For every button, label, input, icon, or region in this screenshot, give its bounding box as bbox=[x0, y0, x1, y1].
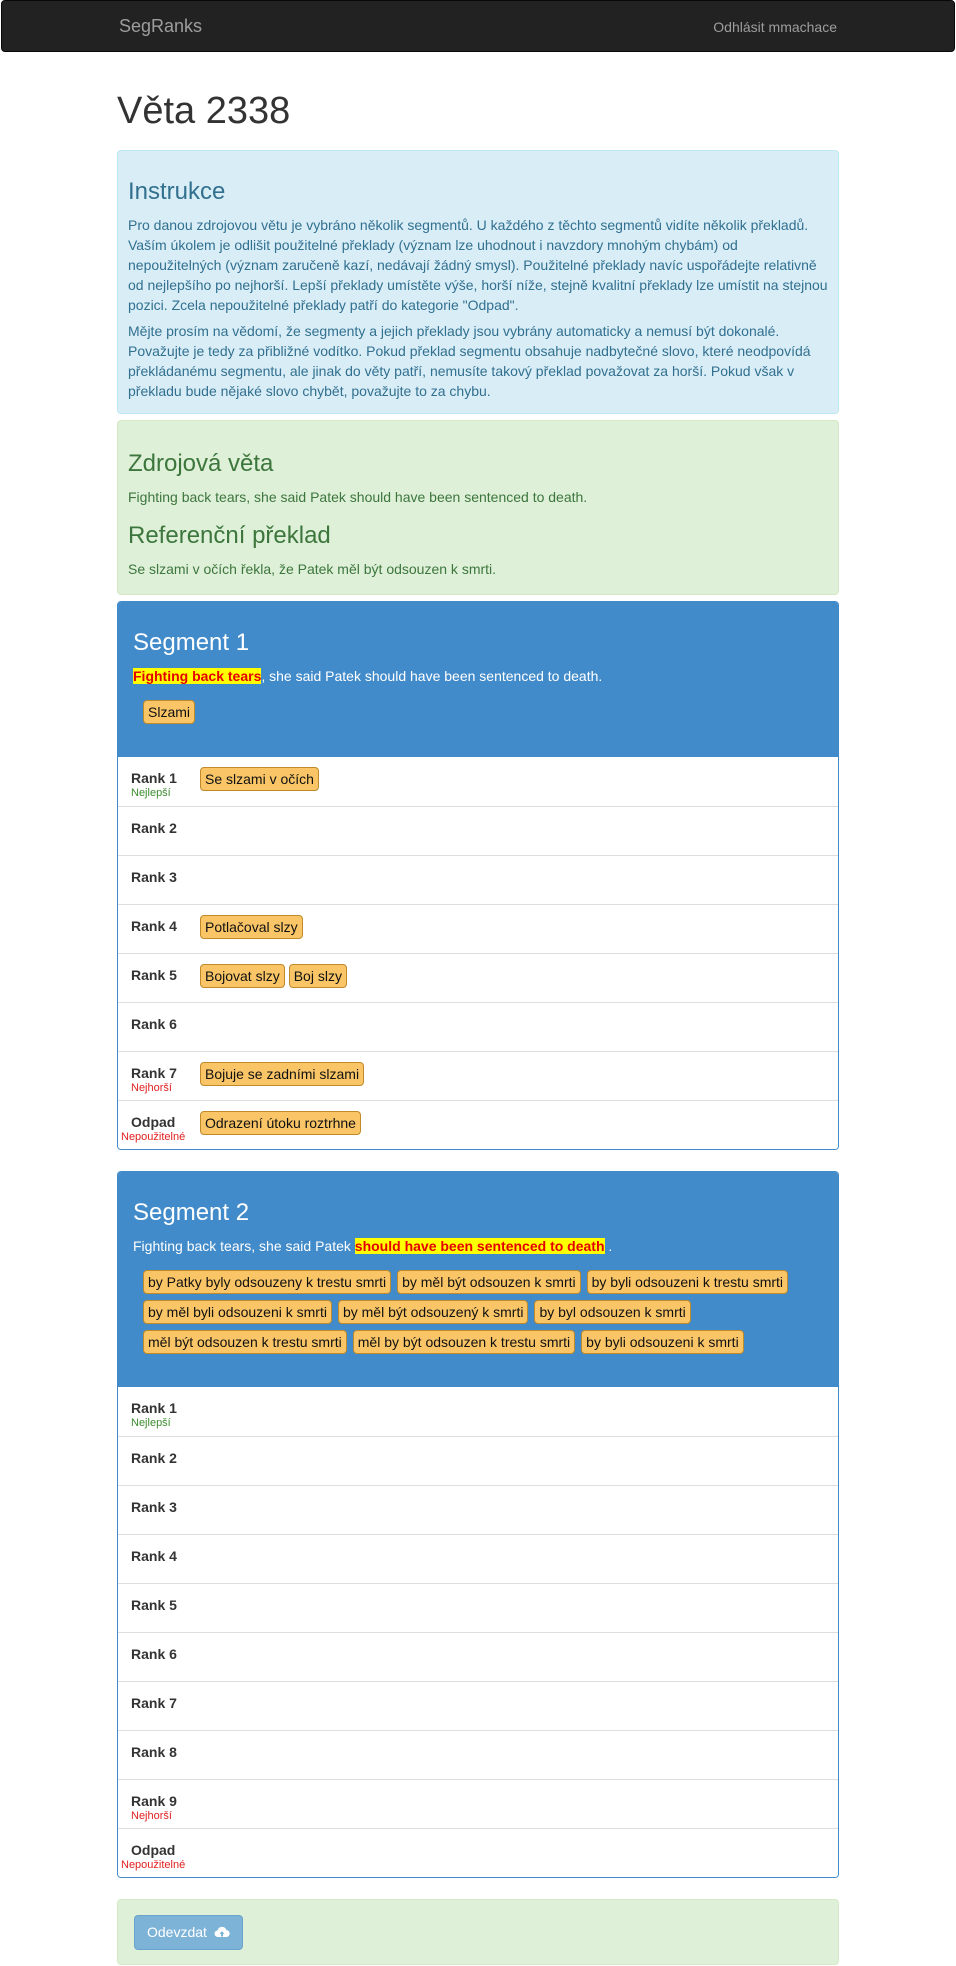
rank-label: Rank 1 bbox=[131, 1400, 177, 1416]
translation-chip[interactable]: by měl byli odsouzeni k smrti bbox=[143, 1300, 332, 1324]
rank-label: Rank 2 bbox=[131, 1450, 177, 1466]
rank-sublabel: Nepoužitelné bbox=[121, 1131, 186, 1143]
segment-2-highlight: should have been sentenced to death bbox=[354, 1238, 605, 1254]
segment-2-source-after: . bbox=[604, 1238, 613, 1254]
segment-1-header: Segment 1 Fighting back tears, she said … bbox=[118, 602, 838, 757]
translation-chip[interactable]: Bojuje se zadními slzami bbox=[200, 1062, 365, 1086]
instructions-heading: Instrukce bbox=[128, 178, 226, 205]
logout-link[interactable]: Odhlásit mmachace bbox=[713, 18, 837, 36]
translation-chip[interactable]: by měl být odsouzený k smrti bbox=[337, 1300, 529, 1324]
reference-translation: Se slzami v očích řekla, že Patek měl bý… bbox=[128, 561, 497, 577]
rank-row[interactable]: Rank 5 Bojovat slzy Boj slzy bbox=[118, 953, 838, 1002]
source-sentence: Fighting back tears, she said Patek shou… bbox=[128, 489, 588, 505]
rank-row[interactable]: Rank 3 bbox=[118, 855, 838, 904]
translation-chip[interactable]: by byl odsouzen k smrti bbox=[534, 1300, 691, 1324]
translation-chip[interactable]: by byli odsouzeni k trestu smrti bbox=[586, 1270, 789, 1294]
rank-row[interactable]: Rank 4 bbox=[118, 1534, 838, 1583]
reference-heading: Referenční překlad bbox=[128, 522, 331, 549]
source-heading: Zdrojová věta bbox=[128, 450, 274, 477]
rank-label: Rank 6 bbox=[131, 1016, 177, 1032]
rank-drop-zone[interactable]: Bojovat slzy Boj slzy bbox=[200, 964, 351, 988]
rank-row[interactable]: Rank 1 Nejlepší bbox=[118, 1387, 838, 1436]
translation-chip[interactable]: by měl být odsouzen k smrti bbox=[397, 1270, 581, 1294]
translation-chip[interactable]: Odrazení útoku roztrhne bbox=[200, 1111, 361, 1135]
segment-1-highlight: Fighting back tears bbox=[133, 668, 262, 684]
translation-chip[interactable]: by byli odsouzeni k smrti bbox=[581, 1330, 744, 1354]
rank-row[interactable]: Odpad Nepoužitelné bbox=[118, 1828, 838, 1877]
rank-row[interactable]: Rank 9 Nejhorší bbox=[118, 1779, 838, 1828]
rank-row[interactable]: Rank 7 bbox=[118, 1681, 838, 1730]
rank-label: Rank 7 bbox=[131, 1695, 177, 1711]
rank-row[interactable]: Odpad Nepoužitelné Odrazení útoku roztrhne bbox=[118, 1100, 838, 1149]
instructions-box: Instrukce Pro danou zdrojovou větu je vy… bbox=[117, 150, 839, 414]
segment-1-pool[interactable]: Slzami bbox=[133, 700, 823, 730]
rank-label: Rank 5 bbox=[131, 1597, 177, 1613]
rank-row[interactable]: Rank 2 bbox=[118, 806, 838, 855]
rank-label: Rank 8 bbox=[131, 1744, 177, 1760]
rank-sublabel: Nejhorší bbox=[131, 1082, 172, 1094]
segment-1-title: Segment 1 bbox=[133, 629, 250, 656]
segment-2-title: Segment 2 bbox=[133, 1199, 250, 1226]
segment-1-source-rest: , she said Patek should have been senten… bbox=[261, 668, 603, 684]
rank-row[interactable]: Rank 7 Nejhorší Bojuje se zadními slzami bbox=[118, 1051, 838, 1100]
rank-label: Rank 4 bbox=[131, 918, 177, 934]
rank-label: Rank 6 bbox=[131, 1646, 177, 1662]
rank-row[interactable]: Rank 5 bbox=[118, 1583, 838, 1632]
rank-label: Rank 9 bbox=[131, 1793, 177, 1809]
rank-row[interactable]: Rank 4 Potlačoval slzy bbox=[118, 904, 838, 953]
rank-sublabel: Nejlepší bbox=[131, 787, 171, 799]
instructions-paragraph-2: Mějte prosím na vědomí, že segmenty a je… bbox=[128, 323, 811, 399]
translation-chip[interactable]: Slzami bbox=[143, 700, 196, 724]
submit-box: Odevzdat bbox=[117, 1899, 839, 1965]
segment-1-source: Fighting back tears, she said Patek shou… bbox=[133, 666, 823, 686]
rank-drop-zone[interactable]: Bojuje se zadními slzami bbox=[200, 1062, 368, 1086]
translation-chip[interactable]: měl být odsouzen k trestu smrti bbox=[143, 1330, 347, 1354]
rank-label: Rank 3 bbox=[131, 869, 177, 885]
rank-row[interactable]: Rank 1 Nejlepší Se slzami v očích bbox=[118, 757, 838, 806]
submit-label: Odevzdat bbox=[147, 1924, 207, 1940]
rank-label: Rank 7 bbox=[131, 1065, 177, 1081]
rank-label: Odpad bbox=[131, 1114, 176, 1130]
page-title: Věta 2338 bbox=[117, 90, 291, 132]
segment-1-panel: Segment 1 Fighting back tears, she said … bbox=[117, 601, 839, 1150]
segment-2-header: Segment 2 Fighting back tears, she said … bbox=[118, 1172, 838, 1387]
rank-row[interactable]: Rank 3 bbox=[118, 1485, 838, 1534]
rank-drop-zone[interactable]: Odrazení útoku roztrhne bbox=[200, 1111, 365, 1135]
translation-chip[interactable]: Boj slzy bbox=[288, 964, 347, 988]
cloud-upload-icon bbox=[214, 1924, 230, 1942]
segment-2-panel: Segment 2 Fighting back tears, she said … bbox=[117, 1171, 839, 1878]
instructions-paragraph-1: Pro danou zdrojovou větu je vybráno něko… bbox=[128, 217, 828, 313]
rank-drop-zone[interactable]: Se slzami v očích bbox=[200, 767, 323, 791]
rank-label: Rank 4 bbox=[131, 1548, 177, 1564]
translation-chip[interactable]: Potlačoval slzy bbox=[200, 915, 303, 939]
rank-row[interactable]: Rank 6 bbox=[118, 1002, 838, 1051]
rank-sublabel: Nejhorší bbox=[131, 1810, 172, 1822]
rank-row[interactable]: Rank 6 bbox=[118, 1632, 838, 1681]
rank-label: Rank 2 bbox=[131, 820, 177, 836]
translation-chip[interactable]: měl by být odsouzen k trestu smrti bbox=[352, 1330, 576, 1354]
source-box: Zdrojová věta Fighting back tears, she s… bbox=[117, 420, 839, 595]
rank-drop-zone[interactable]: Potlačoval slzy bbox=[200, 915, 307, 939]
rank-label: Odpad bbox=[131, 1842, 176, 1858]
rank-label: Rank 1 bbox=[131, 770, 177, 786]
rank-row[interactable]: Rank 2 bbox=[118, 1436, 838, 1485]
segment-2-rank-list: Rank 1 Nejlepší Rank 2 Rank 3 Rank 4 Rank 5 Ra… bbox=[118, 1387, 838, 1877]
main-container: Věta 2338 Instrukce Pro danou zdrojovou … bbox=[117, 90, 839, 1965]
segment-2-source: Fighting back tears, she said Patek shou… bbox=[133, 1236, 823, 1256]
brand-link[interactable]: SegRanks bbox=[119, 15, 202, 37]
segment-2-source-before: Fighting back tears, she said Patek bbox=[133, 1238, 355, 1254]
translation-chip[interactable]: Bojovat slzy bbox=[200, 964, 285, 988]
segment-2-pool[interactable]: by Patky byly odsouzeny k trestu smrti by… bbox=[133, 1270, 823, 1360]
submit-button[interactable]: Odevzdat bbox=[134, 1915, 243, 1951]
rank-row[interactable]: Rank 8 bbox=[118, 1730, 838, 1779]
rank-sublabel: Nejlepší bbox=[131, 1417, 171, 1429]
rank-label: Rank 3 bbox=[131, 1499, 177, 1515]
segment-1-rank-list: Rank 1 Nejlepší Se slzami v očích Rank 2 Ran… bbox=[118, 757, 838, 1149]
translation-chip[interactable]: Se slzami v očích bbox=[200, 767, 319, 791]
translation-chip[interactable]: by Patky byly odsouzeny k trestu smrti bbox=[143, 1270, 392, 1294]
top-navbar: SegRanks Odhlásit mmachace bbox=[1, 0, 955, 52]
rank-sublabel: Nepoužitelné bbox=[121, 1859, 186, 1871]
rank-label: Rank 5 bbox=[131, 967, 177, 983]
